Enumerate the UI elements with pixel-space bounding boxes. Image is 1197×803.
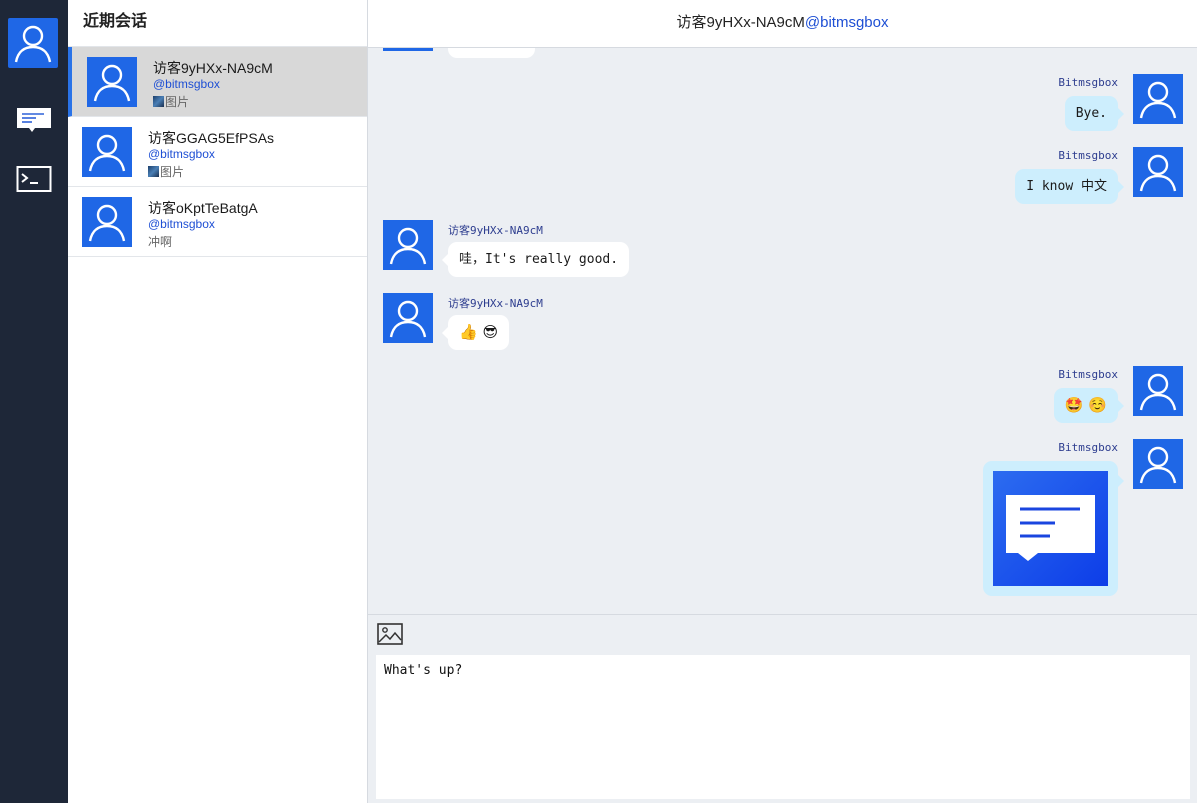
message-bubble: 哇，It's really good. (441, 242, 630, 277)
chat-nav-button[interactable] (16, 105, 52, 135)
message-sender: Bitmsgbox (1058, 441, 1118, 454)
image-thumb-icon (148, 166, 159, 177)
image-thumb-icon (153, 96, 164, 107)
avatar (1133, 74, 1183, 124)
avatar (87, 57, 137, 107)
message-sender: 访客9yHXx-NA9cM (448, 224, 543, 237)
message-list[interactable]: Bitmsgbox Bye. Bitmsgbox I know 中文 访客9yH… (368, 48, 1197, 614)
message-row: 访客9yHXx-NA9cM 哇，It's really good. (368, 220, 1197, 280)
message-bubble: 👍 😎 (441, 315, 510, 350)
message-row: Bitmsgbox (368, 439, 1197, 609)
conversation-name: 访客9yHXx-NA9cM (153, 60, 273, 76)
message-bubble: 🤩 ☺️ (1053, 388, 1125, 423)
avatar (1133, 366, 1183, 416)
image-message-bubble[interactable] (983, 461, 1124, 596)
image-attachment[interactable] (993, 471, 1108, 586)
conversation-preview-text: 图片 (160, 165, 185, 179)
user-icon (88, 134, 126, 172)
message-composer: What's up? (368, 614, 1197, 803)
chat-title-name: 访客9yHXx-NA9cM (676, 14, 805, 31)
conversation-name: 访客oKptTeBatgA (148, 200, 258, 216)
conversation-item[interactable]: 访客9yHXx-NA9cM @bitmsgbox 图片 (68, 47, 367, 117)
conversation-preview: 冲啊 (148, 233, 172, 250)
avatar (383, 293, 433, 343)
sidebar-title: 近期会话 (68, 0, 367, 47)
user-icon (93, 64, 131, 102)
user-icon (389, 300, 427, 338)
conversation-preview-text: 图片 (165, 95, 190, 109)
chat-icon (17, 108, 51, 132)
user-icon (1139, 154, 1177, 192)
avatar (82, 197, 132, 247)
message-sender: Bitmsgbox (1058, 149, 1118, 162)
avatar (1133, 439, 1183, 489)
message-input[interactable]: What's up? (376, 655, 1190, 799)
message-bubble: I know 中文 (1015, 169, 1124, 204)
terminal-nav-button[interactable] (16, 164, 52, 194)
profile-avatar[interactable] (8, 18, 58, 68)
user-icon (1139, 446, 1177, 484)
message-row: 访客9yHXx-NA9cM 👍 😎 (368, 293, 1197, 353)
chat-header: 访客9yHXx-NA9cM@bitmsgbox (368, 0, 1197, 48)
conversation-item[interactable]: 访客oKptTeBatgA @bitmsgbox 冲啊 (68, 187, 367, 257)
conversation-preview-text: 冲啊 (148, 235, 173, 249)
send-image-button[interactable] (376, 621, 404, 647)
message-row: Bitmsgbox I know 中文 (368, 147, 1197, 207)
message-bubble-partial (448, 48, 535, 58)
message-bubble: Bye. (1064, 96, 1125, 131)
avatar (383, 48, 433, 51)
message-sender: 访客9yHXx-NA9cM (448, 297, 543, 310)
conversation-handle: @bitmsgbox (148, 147, 215, 161)
user-icon (14, 25, 52, 63)
conversation-handle: @bitmsgbox (153, 77, 220, 91)
message-row: Bitmsgbox Bye. (368, 74, 1197, 134)
conversation-preview: 图片 (148, 163, 184, 180)
avatar (1133, 147, 1183, 197)
message-sender: Bitmsgbox (1058, 76, 1118, 89)
image-icon (377, 623, 403, 645)
user-icon (88, 204, 126, 242)
avatar (82, 127, 132, 177)
user-icon (1139, 81, 1177, 119)
user-icon (389, 227, 427, 265)
conversation-handle: @bitmsgbox (148, 217, 215, 231)
nav-rail (0, 0, 68, 803)
user-icon (1139, 373, 1177, 411)
conversation-item[interactable]: 访客GGAG5EfPSAs @bitmsgbox 图片 (68, 117, 367, 187)
terminal-icon (16, 166, 52, 192)
message-sender: Bitmsgbox (1058, 368, 1118, 381)
message-row: Bitmsgbox 🤩 ☺️ (368, 366, 1197, 426)
conversation-name: 访客GGAG5EfPSAs (148, 130, 275, 146)
avatar (383, 220, 433, 270)
chat-title-handle: @bitmsgbox (804, 14, 889, 31)
chat-icon (1006, 495, 1095, 561)
conversation-sidebar: 近期会话 访客9yHXx-NA9cM @bitmsgbox 图片 访客GGAG5… (68, 0, 368, 803)
conversation-preview: 图片 (153, 93, 189, 110)
message-partial (368, 48, 1197, 68)
